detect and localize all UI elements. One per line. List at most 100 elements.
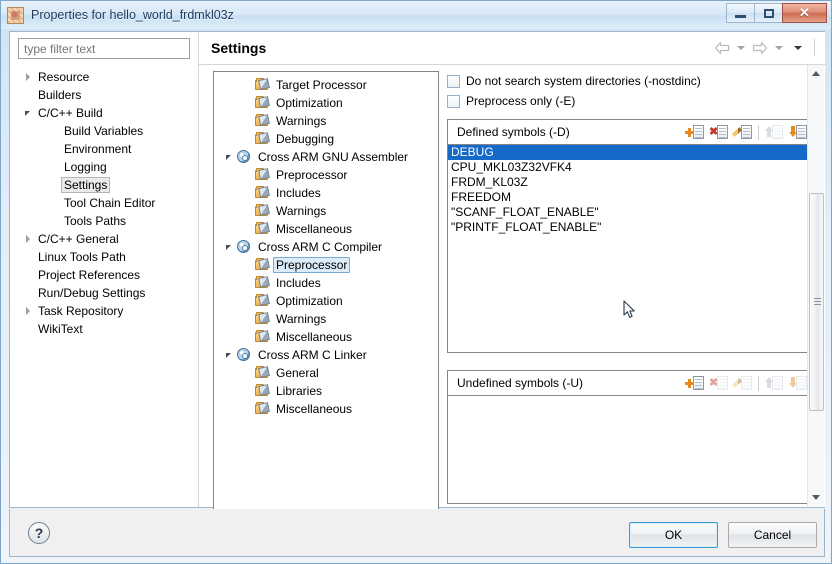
expand-chevron-icon[interactable]: [20, 73, 35, 81]
tool-item-label: Optimization: [276, 96, 343, 110]
cancel-button[interactable]: Cancel: [728, 522, 817, 548]
nav-item-resource[interactable]: Resource: [10, 68, 198, 86]
forward-dropdown-icon[interactable]: [775, 45, 783, 50]
checkbox-label: Do not search system directories (-nostd…: [466, 74, 701, 88]
nav-item-label: Tool Chain Editor: [64, 196, 156, 210]
tool-item-preprocessor[interactable]: Preprocessor: [214, 166, 438, 184]
page-header-nav: [714, 39, 815, 56]
add-icon: [685, 379, 694, 388]
settings-vertical-scrollbar[interactable]: [807, 65, 824, 506]
checkbox-preprocess-only[interactable]: [447, 94, 460, 108]
tool-item-label: Target Processor: [276, 78, 367, 92]
folder-tool-icon: [254, 258, 270, 272]
add-symbol-button[interactable]: [685, 123, 705, 141]
nav-item-settings[interactable]: Settings: [10, 176, 198, 194]
list-item[interactable]: FRDM_KL03Z: [448, 175, 812, 190]
nav-item-logging[interactable]: Logging: [10, 158, 198, 176]
tool-item-warnings[interactable]: Warnings: [214, 202, 438, 220]
tool-item-optimization[interactable]: Optimization: [214, 94, 438, 112]
nav-item-run-debug-settings[interactable]: Run/Debug Settings: [10, 284, 198, 302]
tool-item-includes[interactable]: Includes: [214, 184, 438, 202]
minimize-button[interactable]: [726, 3, 755, 23]
nav-item-task-repository[interactable]: Task Repository: [10, 302, 198, 320]
expand-chevron-icon[interactable]: [20, 235, 35, 243]
option-checkbox-list: Do not search system directories (-nostd…: [447, 71, 813, 111]
collapse-chevron-icon[interactable]: [220, 154, 236, 160]
view-menu-icon[interactable]: [794, 45, 802, 50]
back-arrow-icon[interactable]: [714, 41, 730, 55]
nav-item-tools-paths[interactable]: Tools Paths: [10, 212, 198, 230]
dialog-client-area: Resource Builders C/C++ Build Build Variabl…: [9, 31, 825, 535]
tool-item-warnings[interactable]: Warnings: [214, 310, 438, 328]
tool-item-preprocessor[interactable]: Preprocessor: [214, 256, 438, 274]
properties-nav-tree[interactable]: Resource Builders C/C++ Build Build Variabl…: [10, 66, 198, 507]
tool-item-cross-arm-gnu-assembler[interactable]: Cross ARM GNU Assembler: [214, 148, 438, 166]
tool-item-miscellaneous[interactable]: Miscellaneous: [214, 328, 438, 346]
collapse-chevron-icon[interactable]: [220, 352, 236, 358]
nav-item-c-c-general[interactable]: C/C++ General: [10, 230, 198, 248]
folder-tool-icon: [254, 168, 270, 182]
list-item[interactable]: DEBUG: [448, 145, 812, 160]
tool-item-label: Miscellaneous: [276, 402, 353, 416]
back-dropdown-icon[interactable]: [737, 45, 745, 50]
tool-item-debugging[interactable]: Debugging: [214, 130, 438, 148]
tool-settings-tree[interactable]: Target Processor Optimization Warnings Debu…: [214, 72, 438, 418]
nav-item-label: Build Variables: [64, 124, 144, 138]
properties-dialog-window: Properties for hello_world_frdmkl03z ✕ R…: [0, 0, 832, 564]
undefined-symbols-group: Undefined symbols (-U) ✖: [447, 370, 813, 504]
tool-item-optimization[interactable]: Optimization: [214, 292, 438, 310]
nav-item-build-variables[interactable]: Build Variables: [10, 122, 198, 140]
move-down-button[interactable]: [788, 123, 808, 141]
forward-arrow-icon[interactable]: [752, 41, 768, 55]
list-item[interactable]: CPU_MKL03Z32VFK4: [448, 160, 812, 175]
edit-symbol-button[interactable]: [731, 123, 753, 141]
nav-item-label: C/C++ General: [38, 232, 119, 246]
tool-item-libraries[interactable]: Libraries: [214, 382, 438, 400]
help-button[interactable]: ?: [28, 522, 50, 544]
scroll-down-button[interactable]: [808, 489, 824, 506]
filter-input[interactable]: [18, 38, 190, 59]
nav-item-tool-chain-editor[interactable]: Tool Chain Editor: [10, 194, 198, 212]
collapse-chevron-icon[interactable]: [20, 110, 35, 116]
tool-item-warnings[interactable]: Warnings: [214, 112, 438, 130]
maximize-button[interactable]: [754, 3, 783, 23]
tool-item-label: Cross ARM C Compiler: [258, 240, 383, 254]
tool-item-miscellaneous[interactable]: Miscellaneous: [214, 400, 438, 418]
nav-item-project-references[interactable]: Project References: [10, 266, 198, 284]
nav-item-label: C/C++ Build: [38, 106, 103, 120]
close-button[interactable]: ✕: [782, 3, 827, 23]
scroll-up-button[interactable]: [808, 65, 824, 82]
nav-item-label: Builders: [38, 88, 82, 102]
checkbox-row[interactable]: Do not search system directories (-nostd…: [447, 71, 813, 91]
tool-item-includes[interactable]: Includes: [214, 274, 438, 292]
move-up-icon: [765, 126, 773, 137]
checkbox-nostdinc[interactable]: [447, 74, 460, 88]
list-item[interactable]: "PRINTF_FLOAT_ENABLE": [448, 220, 812, 235]
tool-item-cross-arm-c-compiler[interactable]: Cross ARM C Compiler: [214, 238, 438, 256]
collapse-chevron-icon[interactable]: [220, 244, 236, 250]
tool-settings-tree-container: Target Processor Optimization Warnings Debu…: [213, 71, 439, 535]
ok-button[interactable]: OK: [629, 522, 718, 548]
folder-tool-icon: [254, 330, 270, 344]
checkbox-row[interactable]: Preprocess only (-E): [447, 91, 813, 111]
tool-item-cross-arm-c-linker[interactable]: Cross ARM C Linker: [214, 346, 438, 364]
delete-symbol-button[interactable]: ✖: [709, 123, 729, 141]
nav-item-builders[interactable]: Builders: [10, 86, 198, 104]
tool-item-target-processor[interactable]: Target Processor: [214, 76, 438, 94]
undefined-symbols-list[interactable]: [447, 396, 813, 504]
nav-item-c-c-build[interactable]: C/C++ Build: [10, 104, 198, 122]
nav-item-linux-tools-path[interactable]: Linux Tools Path: [10, 248, 198, 266]
scroll-up-icon: [812, 71, 820, 76]
folder-tool-icon: [254, 222, 270, 236]
list-item[interactable]: "SCANF_FLOAT_ENABLE": [448, 205, 812, 220]
tool-item-general[interactable]: General: [214, 364, 438, 382]
nav-item-wikitext[interactable]: WikiText: [10, 320, 198, 338]
defined-symbols-list[interactable]: DEBUG CPU_MKL03Z32VFK4 FRDM_KL03Z FREEDOM "S…: [447, 145, 813, 353]
expand-chevron-icon[interactable]: [20, 307, 35, 315]
list-item[interactable]: FREEDOM: [448, 190, 812, 205]
scrollbar-thumb[interactable]: [809, 193, 824, 411]
maximize-icon: [763, 8, 774, 18]
add-undef-symbol-button[interactable]: [685, 374, 705, 392]
tool-item-miscellaneous[interactable]: Miscellaneous: [214, 220, 438, 238]
nav-item-environment[interactable]: Environment: [10, 140, 198, 158]
